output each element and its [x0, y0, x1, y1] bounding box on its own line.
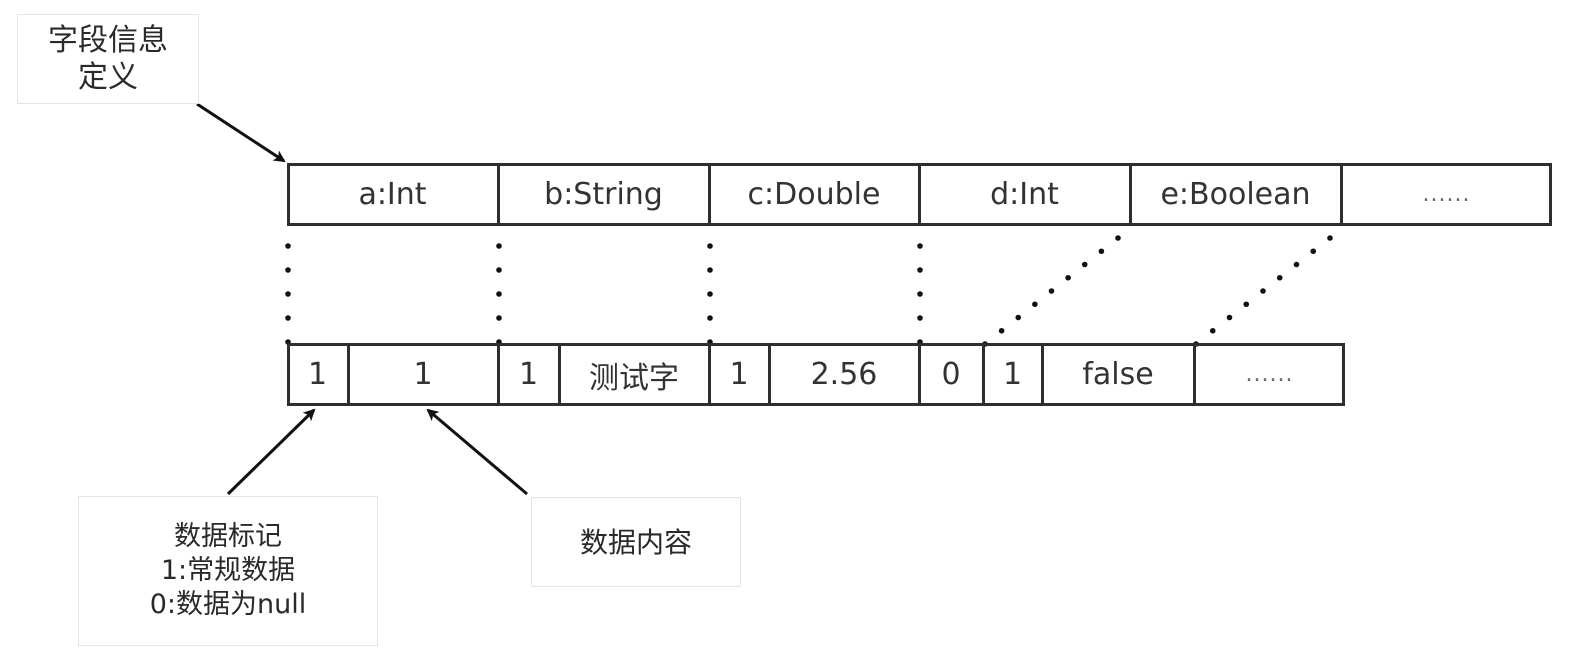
- connector-dot: [917, 243, 923, 249]
- connector-dot: [917, 315, 923, 321]
- data-cell-content: 测试字: [589, 360, 679, 396]
- connector-dot: [707, 267, 713, 273]
- data-cell-flag: 1: [518, 357, 539, 392]
- connector-dot: [1226, 314, 1233, 321]
- data-cell-flag: 1: [729, 357, 749, 392]
- arrow-field-definition: [196, 102, 286, 163]
- field-cell: e:Boolean: [1160, 177, 1311, 212]
- arrow-data-content: [426, 408, 528, 496]
- data-flag-label: 数据标记 1:常规数据 0:数据为null: [78, 496, 378, 646]
- connector-dot: [707, 315, 713, 321]
- data-flag-regular: 1:常规数据: [160, 555, 296, 587]
- connector-dot: [285, 267, 291, 273]
- data-cell-content: ......: [1245, 362, 1294, 387]
- field-cell: ......: [1422, 182, 1471, 207]
- connector-dot: [285, 243, 291, 249]
- connector-dot: [496, 315, 502, 321]
- data-cell-flag: 1: [307, 357, 328, 392]
- connector-dot: [1098, 248, 1105, 255]
- connector-dot: [285, 315, 291, 321]
- connector-dot: [1260, 288, 1266, 294]
- connector-dot: [285, 291, 291, 297]
- data-flag-null: 0:数据为null: [149, 588, 307, 620]
- data-content-title: 数据内容: [579, 525, 692, 559]
- dotted-connectors: [285, 235, 1333, 347]
- field-definition-label: 字段信息 定义: [17, 14, 199, 104]
- connector-dot: [496, 267, 502, 273]
- field-cell: b:String: [544, 177, 663, 212]
- connector-dot: [998, 327, 1005, 334]
- connector-dot: [1327, 235, 1333, 241]
- data-cell-content: false: [1082, 357, 1154, 392]
- connector-dot: [1032, 301, 1038, 308]
- connector-dot: [1310, 248, 1317, 255]
- connector-dot: [1209, 327, 1216, 334]
- connector-dot: [1243, 301, 1250, 308]
- field-cell: d:Int: [990, 177, 1059, 212]
- arrow-data-flag: [226, 408, 316, 496]
- connector-dot: [1115, 235, 1121, 241]
- data-cell-content: 2.56: [810, 357, 878, 392]
- data-content-label: 数据内容: [531, 497, 741, 587]
- field-definition-line-2: 定义: [78, 60, 138, 95]
- field-definition-line-1: 字段信息: [48, 22, 168, 58]
- connector-dot: [496, 291, 502, 297]
- connector-dot: [1065, 274, 1071, 281]
- data-cell-flag: 1: [1002, 357, 1023, 392]
- connector-dot: [496, 243, 502, 249]
- connector-dot: [1015, 314, 1022, 321]
- connector-dot: [1081, 261, 1088, 268]
- field-cell: c:Double: [747, 177, 881, 212]
- data-cell-flag: 0: [941, 357, 961, 392]
- connector-dot: [917, 291, 923, 297]
- connector-dot: [707, 291, 713, 297]
- connector-dot: [917, 267, 923, 273]
- connector-dot: [1293, 261, 1300, 268]
- connector-dot: [707, 243, 713, 249]
- data-flag-title: 数据标记: [174, 521, 282, 553]
- connector-dot: [1276, 274, 1283, 281]
- connector-dot: [1048, 288, 1055, 294]
- field-cell: a:Int: [358, 177, 427, 212]
- data-cell-content: 1: [413, 357, 433, 392]
